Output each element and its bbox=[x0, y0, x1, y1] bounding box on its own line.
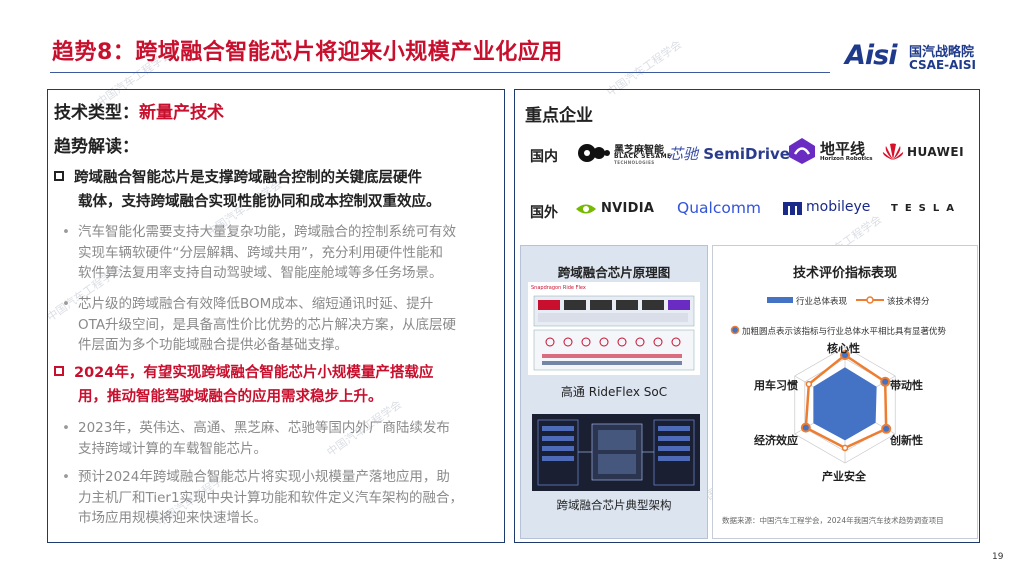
sub-point-4-line: 市场应用规模将迎来快速增长。 bbox=[78, 510, 267, 526]
square-bullet-icon bbox=[54, 366, 64, 376]
sub-point-2-line: OTA升级空间，是具备高性价比优势的芯片解决方案，从底层硬 bbox=[78, 316, 457, 333]
legend-industry: 行业总体表现 bbox=[796, 297, 848, 307]
sub-point-2-line: 芯片级的跨域融合有效降低BOM成本、缩短通讯时延、提升 bbox=[78, 296, 434, 312]
horizon-en: Horizon Robotics bbox=[820, 156, 873, 162]
legend-industry-swatch bbox=[767, 297, 793, 303]
radar-point bbox=[800, 422, 811, 433]
semidrive-cn: 芯驰 bbox=[668, 145, 699, 163]
legend-tech-swatch bbox=[856, 296, 884, 304]
qualcomm-logo: Qualcomm bbox=[677, 199, 762, 217]
sub-point-1-line: 软件算法复用率支持自动驾驶域、智能座舱域等多任务场景。 bbox=[78, 265, 443, 281]
sub-point-3: • 2023年，英伟达、高通、黑芝麻、芯驰等国内外厂商陆续发布 支持跨域计算的车… bbox=[62, 418, 502, 459]
key-point-2: 2024年，有望实现跨域融合智能芯片小规模量产搭载应 用，推动智能驾驶域融合的应… bbox=[54, 361, 504, 409]
tech-type-value: 新量产技术 bbox=[139, 103, 224, 123]
radar-point bbox=[841, 444, 849, 452]
huawei-icon bbox=[882, 143, 904, 160]
mobileye-text: mobileye bbox=[806, 199, 871, 215]
sub-point-4: • 预计2024年跨域融合智能芯片将实现小规模量产落地应用，助 力主机厂和Tie… bbox=[62, 467, 502, 529]
architecture-caption: 跨域融合芯片典型架构 bbox=[556, 498, 672, 512]
square-bullet-icon bbox=[54, 171, 64, 181]
architecture-diagram bbox=[532, 414, 700, 491]
page-number: 19 bbox=[992, 552, 1004, 562]
sub-point-4-line: 力主机厂和Tier1实现中央计算功能和软件定义汽车架构的融合， bbox=[78, 489, 464, 506]
highlight-dot-icon bbox=[730, 325, 740, 335]
axis-label-industry-security: 产业安全 bbox=[822, 470, 866, 483]
sub-point-4-line: 预计2024年跨域融合智能芯片将实现小规模量产落地应用，助 bbox=[78, 469, 450, 485]
nvidia-text: NVIDIA bbox=[601, 201, 655, 216]
mobileye-icon bbox=[783, 202, 802, 215]
sub-point-2-line: 件层面为多个功能域融合提供必备基础支撑。 bbox=[78, 337, 348, 353]
sub-point-1: • 汽车智能化需要支持大量复杂功能，跨域融合的控制系统可有效 实现车辆软硬件“分… bbox=[62, 222, 502, 284]
semidrive-logo: 芯驰 SemiDrive bbox=[668, 143, 790, 164]
dot-bullet-icon: • bbox=[62, 469, 70, 485]
key-enterprises-heading: 重点企业 bbox=[525, 106, 593, 126]
nvidia-icon bbox=[576, 204, 596, 214]
domestic-label: 国内 bbox=[530, 149, 558, 165]
title-divider bbox=[50, 72, 830, 73]
key-point-2-line1: 2024年，有望实现跨域融合智能芯片小规模量产搭载应 bbox=[74, 365, 434, 381]
radar-point bbox=[880, 376, 891, 387]
sub-point-1-line: 实现车辆软硬件“分层解耦、跨域共用”，充分利用硬件性能和 bbox=[78, 244, 443, 261]
sub-point-3-line: 2023年，英伟达、高通、黑芝麻、芯驰等国内外厂商陆续发布 bbox=[78, 420, 450, 436]
dot-bullet-icon: • bbox=[62, 420, 70, 436]
rideflex-diagram: Snapdragon Ride Flex bbox=[528, 282, 700, 375]
tech-type: 技术类型：新量产技术 bbox=[54, 98, 224, 123]
interpretation-heading: 趋势解读： bbox=[54, 137, 139, 157]
radar-chart bbox=[794, 346, 896, 464]
sub-point-3-line: 支持跨域计算的车载智能芯片。 bbox=[78, 440, 267, 457]
axis-label-driving: 带动性 bbox=[890, 379, 923, 392]
legend-tech: 该技术得分 bbox=[887, 297, 930, 307]
series-industry-area bbox=[813, 367, 877, 441]
sub-point-1-line: 汽车智能化需要支持大量复杂功能，跨域融合的控制系统可有效 bbox=[78, 224, 456, 240]
key-point-1: 跨域融合智能芯片是支撑跨域融合控制的关键底层硬件 载体，支持跨域融合实现性能协同… bbox=[54, 166, 504, 214]
axis-label-economic: 经济效应 bbox=[754, 434, 798, 447]
huawei-text: HUAWEI bbox=[907, 145, 965, 159]
axis-label-usage-habit: 用车习惯 bbox=[754, 379, 798, 392]
axis-label-innovation: 创新性 bbox=[890, 434, 923, 447]
semidrive-en: SemiDrive bbox=[703, 145, 790, 163]
black-sesame-en: BLACK SESAME bbox=[614, 153, 672, 160]
evaluation-title: 技术评价指标表现 bbox=[792, 266, 897, 281]
tech-type-label: 技术类型： bbox=[54, 103, 139, 123]
data-source: 数据来源：中国汽车工程学会，2024年我国汽车技术趋势调查项目 bbox=[722, 516, 944, 525]
radar-point bbox=[805, 380, 813, 388]
principle-title: 跨域融合芯片原理图 bbox=[557, 265, 671, 280]
axis-label-core: 核心性 bbox=[827, 342, 860, 355]
black-sesame-icon bbox=[578, 144, 610, 162]
dot-bullet-icon: • bbox=[62, 296, 70, 312]
logo-en-text: CSAE-AISI bbox=[909, 58, 976, 72]
sub-point-2: • 芯片级的跨域融合有效降低BOM成本、缩短通讯时延、提升 OTA升级空间，是具… bbox=[62, 294, 502, 356]
foreign-label: 国外 bbox=[530, 205, 558, 221]
rideflex-schematic bbox=[533, 295, 695, 371]
black-sesame-sub: TECHNOLOGIES bbox=[614, 160, 655, 165]
radar-point bbox=[881, 423, 892, 434]
key-point-1-line2: 载体，支持跨域融合实现性能协同和成本控制双重效应。 bbox=[78, 194, 441, 210]
horizon-icon bbox=[789, 138, 815, 164]
key-point-1-line1: 跨域融合智能芯片是支撑跨域融合控制的关键底层硬件 bbox=[74, 170, 422, 186]
logo-mark: Aisi bbox=[845, 40, 897, 71]
key-point-2-line2: 用，推动智能驾驶域融合的应用需求稳步上升。 bbox=[78, 389, 383, 405]
page-title: 趋势8：跨域融合智能芯片将迎来小规模产业化应用 bbox=[52, 40, 563, 65]
rideflex-caption: 高通 RideFlex SoC bbox=[560, 385, 668, 399]
dot-bullet-icon: • bbox=[62, 224, 70, 240]
architecture-schematic bbox=[537, 419, 695, 486]
logo: Aisi 国汽战略院 CSAE-AISI bbox=[845, 38, 980, 76]
tesla-logo: TESLA bbox=[891, 203, 961, 214]
